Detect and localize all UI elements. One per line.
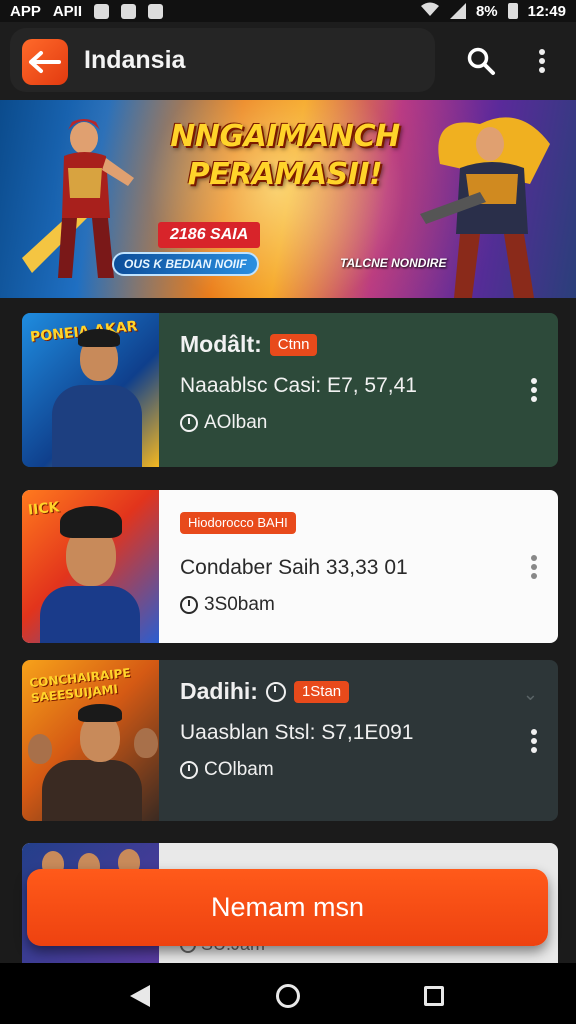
card-price: Uaasblan Stsl: S7,1E091 <box>180 721 414 744</box>
thumb-text: CONCHAIRAIPE SAEESUIJAMI <box>28 665 132 706</box>
primary-cta-button[interactable]: Nemam msn <box>27 869 548 946</box>
card-timer-text: AOlban <box>204 412 268 433</box>
signal-icon <box>449 3 466 19</box>
battery-icon <box>507 3 518 19</box>
figure-hair <box>78 329 120 347</box>
back-arrow-icon[interactable] <box>22 39 68 85</box>
system-nav-bar <box>0 963 576 1024</box>
more-vert-icon[interactable] <box>530 728 538 753</box>
figure-torso <box>40 586 140 643</box>
app-screen: APP APII 8% 12:49 Indansia NNGAIMANCH PE… <box>0 0 576 1024</box>
app-bar: Indansia <box>0 22 576 100</box>
card-timer-text: COlbam <box>204 759 274 780</box>
card-title-row: Hiodorocco BAHI <box>180 512 558 534</box>
banner-headline: NNGAIMANCH PERAMASII! <box>150 118 420 194</box>
status-badge: Hiodorocco BAHI <box>180 512 296 534</box>
banner-headline-line-1: NNGAIMANCH <box>170 119 400 154</box>
status-label-app: APP <box>10 2 41 20</box>
status-badge: Ctnn <box>269 333 318 356</box>
card-body: Hiodorocco BAHI Condaber Saih 33,33 01 3… <box>159 490 558 643</box>
card-thumbnail: CONCHAIRAIPE SAEESUIJAMI <box>22 660 159 821</box>
promo-banner[interactable]: NNGAIMANCH PERAMASII! 2186 SAIA OUS K BE… <box>0 100 576 298</box>
app-bar-title-area <box>10 28 435 92</box>
card-timer: COlbam <box>180 759 558 781</box>
card-thumbnail: PONEIA AKAR <box>22 313 159 467</box>
search-icon[interactable] <box>466 46 496 76</box>
card-price: Condaber Saih 33,33 01 <box>180 556 408 579</box>
thumb-text: IICK <box>27 499 61 519</box>
card-timer: AOlban <box>180 412 558 434</box>
figure-head <box>28 734 52 764</box>
card-title-row: Dadihi: 1Stan <box>180 678 558 705</box>
card-title-row: Modâlt: Ctnn <box>180 331 558 358</box>
card-body: Modâlt: Ctnn Naaablsc Casi: E7, 57,41 AO… <box>159 313 558 467</box>
notification-icon <box>94 3 110 19</box>
card-title: Modâlt: <box>180 331 262 357</box>
figure-hair <box>60 506 122 538</box>
banner-blue-chip: OUS K BEDIAN NOIIF <box>112 252 259 276</box>
card-thumbnail: IICK <box>22 490 159 643</box>
nav-recents-icon[interactable] <box>424 986 444 1006</box>
status-badge: 1Stan <box>293 680 350 703</box>
card-timer-text: 3S0bam <box>204 594 275 615</box>
banner-tag: TALCNE NONDIRE <box>340 256 447 270</box>
chevron-down-icon[interactable]: ⌄ <box>523 684 538 705</box>
status-bar: APP APII 8% 12:49 <box>0 0 576 22</box>
clock-icon <box>180 761 198 779</box>
more-vert-icon[interactable] <box>530 46 554 76</box>
clock-icon <box>180 596 198 614</box>
more-vert-icon[interactable] <box>530 554 538 579</box>
battery-percent: 8% <box>475 2 498 20</box>
notification-icon <box>121 3 137 19</box>
notification-icon <box>148 3 164 19</box>
figure-torso <box>42 760 142 821</box>
more-vert-icon[interactable] <box>530 378 538 402</box>
status-time: 12:49 <box>527 2 566 20</box>
figure-head <box>134 728 158 758</box>
card-timer: 3S0bam <box>180 594 558 616</box>
list-item[interactable]: PONEIA AKAR Modâlt: Ctnn Naaablsc Casi: … <box>22 313 558 467</box>
card-price: Naaablsc Casi: E7, 57,41 <box>180 374 417 397</box>
app-title: Indansia <box>84 46 186 74</box>
figure-torso <box>52 385 142 467</box>
status-label-api: APII <box>52 2 83 20</box>
nav-home-icon[interactable] <box>276 984 300 1008</box>
banner-red-chip: 2186 SAIA <box>158 222 261 248</box>
card-body: Dadihi: 1Stan Uaasblan Stsl: S7,1E091 CO… <box>159 660 558 821</box>
card-title: Dadihi: <box>180 678 258 704</box>
banner-headline-line-2: PERAMASII! <box>187 157 383 192</box>
list-item[interactable]: IICK Hiodorocco BAHI Condaber Saih 33,33… <box>22 490 558 643</box>
figure-hair <box>78 704 122 722</box>
list-item[interactable]: CONCHAIRAIPE SAEESUIJAMI Dadihi: 1Stan U… <box>22 660 558 821</box>
wifi-icon <box>420 1 440 21</box>
nav-back-icon[interactable] <box>130 985 150 1007</box>
clock-icon <box>265 681 286 702</box>
clock-icon <box>180 414 198 432</box>
